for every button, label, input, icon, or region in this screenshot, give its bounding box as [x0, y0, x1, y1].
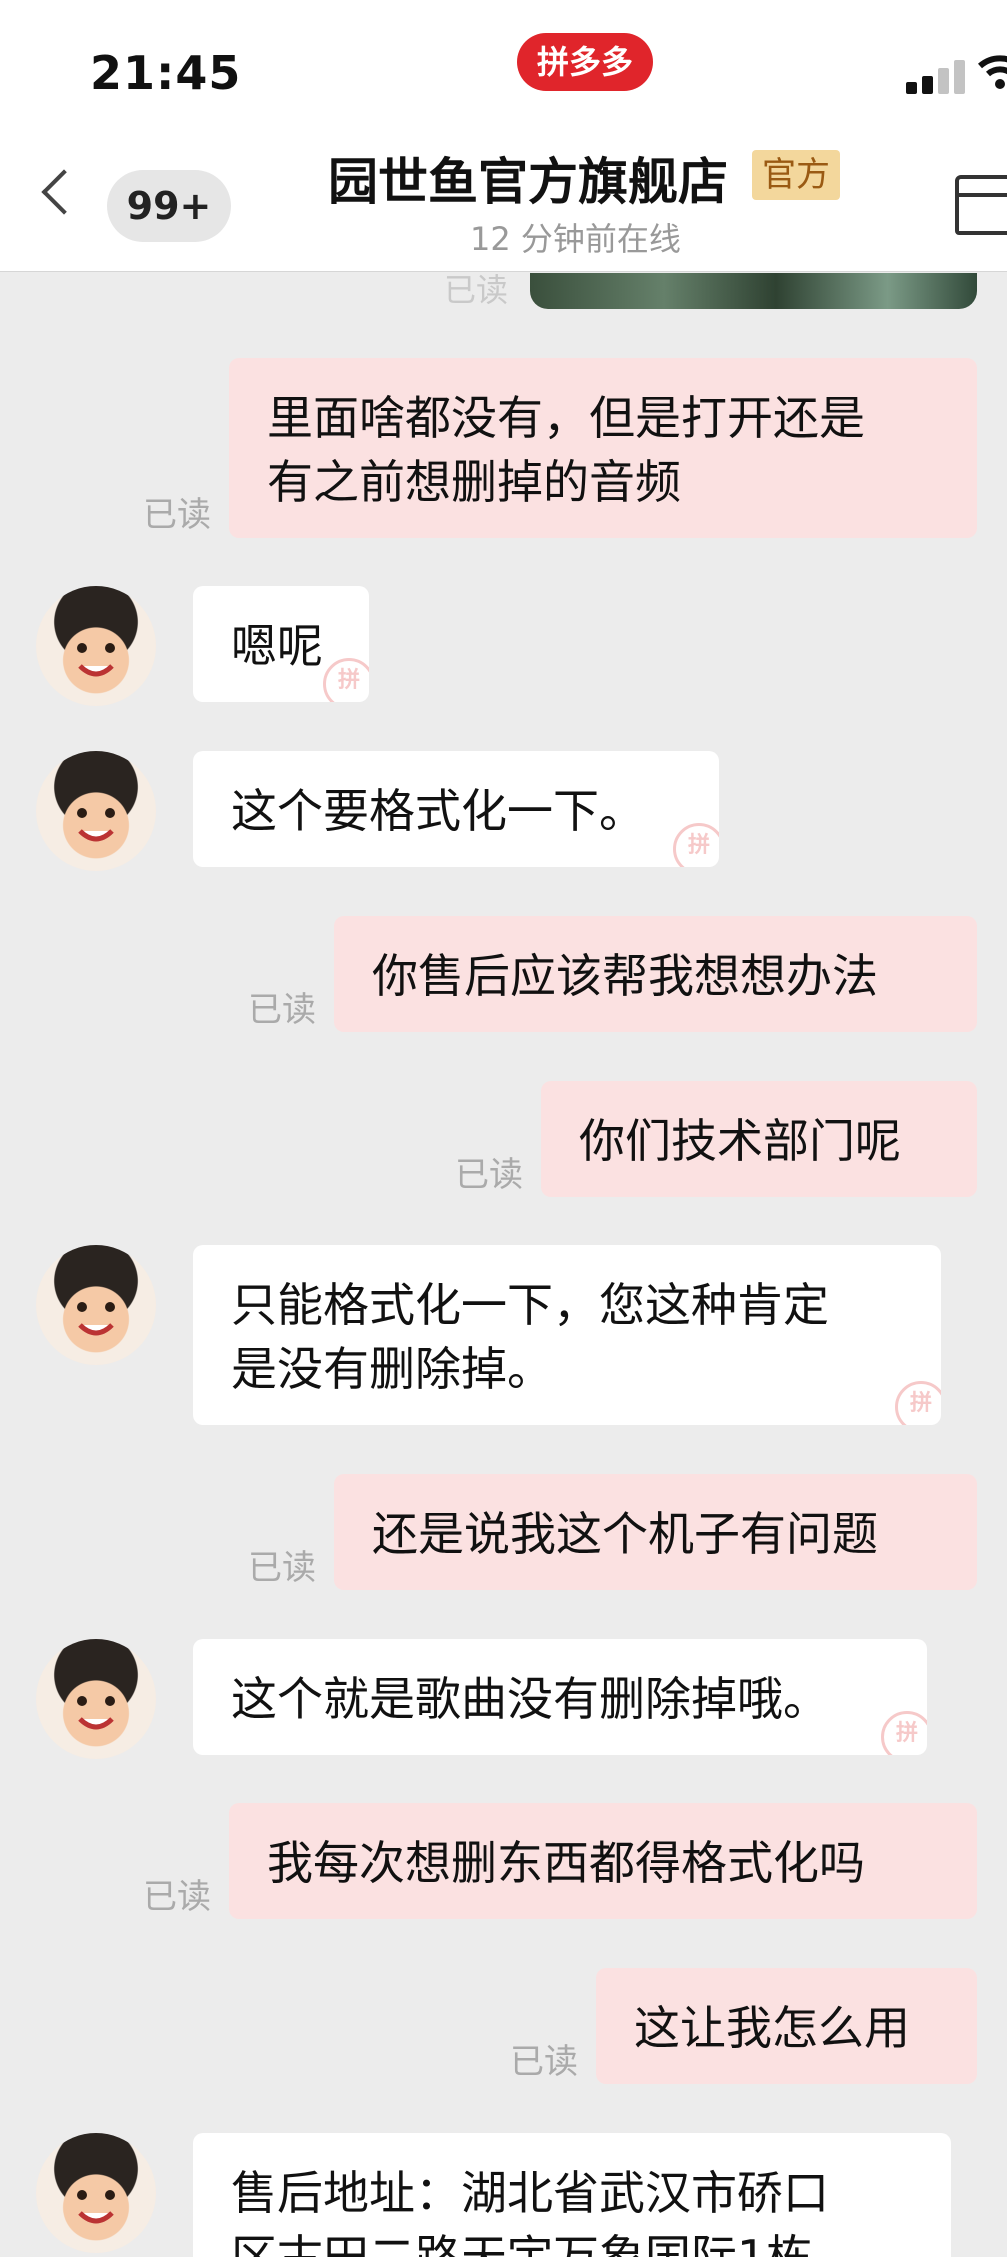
shop-message-bubble[interactable]: 售后地址：湖北省武汉市硚口 区古田二路天宇万象国际1栋 — [193, 2133, 951, 2257]
status-bar: 21:45 拼多多 — [0, 0, 1007, 135]
my-message-bubble[interactable]: 还是说我这个机子有问题 — [334, 1474, 977, 1590]
message-list: 已读 里面啥都没有，但是打开还是 有之前想删掉的音频 已读 嗯呢 这个要格式化一… — [0, 273, 1007, 2257]
read-receipt: 已读 — [510, 2042, 578, 2082]
read-receipt: 已读 — [455, 1155, 523, 1195]
read-receipt: 已读 — [248, 1548, 316, 1588]
shop-message-bubble[interactable]: 这个就是歌曲没有删除掉哦。 — [193, 1639, 927, 1755]
shop-avatar[interactable] — [36, 586, 156, 706]
shop-message-bubble[interactable]: 嗯呢 — [193, 586, 369, 702]
my-message-bubble[interactable]: 我每次想删东西都得格式化吗 — [229, 1803, 977, 1919]
my-message-bubble[interactable]: 你售后应该帮我想想办法 — [334, 916, 977, 1032]
read-receipt: 已读 — [444, 273, 509, 309]
unread-count-badge[interactable]: 99+ — [107, 170, 231, 242]
my-message-bubble[interactable]: 里面啥都没有，但是打开还是 有之前想删掉的音频 — [229, 358, 977, 538]
store-icon[interactable] — [955, 175, 1007, 235]
wifi-icon — [976, 52, 1007, 92]
read-receipt: 已读 — [248, 990, 316, 1030]
my-message-bubble[interactable]: 你们技术部门呢 — [541, 1081, 977, 1197]
shop-name: 园世鱼官方旗舰店 — [328, 153, 728, 211]
read-receipt: 已读 — [143, 1877, 211, 1917]
clock: 21:45 — [90, 46, 242, 100]
cellular-signal-icon — [906, 60, 966, 94]
shop-avatar[interactable] — [36, 1639, 156, 1759]
official-tag: 官方 — [752, 150, 840, 200]
shop-avatar[interactable] — [36, 751, 156, 871]
shop-avatar[interactable] — [36, 1245, 156, 1365]
shop-message-bubble[interactable]: 只能格式化一下，您这种肯定 是没有删除掉。 — [193, 1245, 941, 1425]
read-receipt: 已读 — [143, 495, 211, 535]
online-status: 12 分钟前在线 — [470, 220, 681, 258]
shop-avatar[interactable] — [36, 2133, 156, 2253]
shop-message-bubble[interactable]: 这个要格式化一下。 — [193, 751, 719, 867]
my-message-bubble[interactable]: 这让我怎么用 — [596, 1968, 977, 2084]
pinduoduo-badge: 拼多多 — [517, 33, 654, 91]
image-message[interactable] — [530, 273, 977, 309]
